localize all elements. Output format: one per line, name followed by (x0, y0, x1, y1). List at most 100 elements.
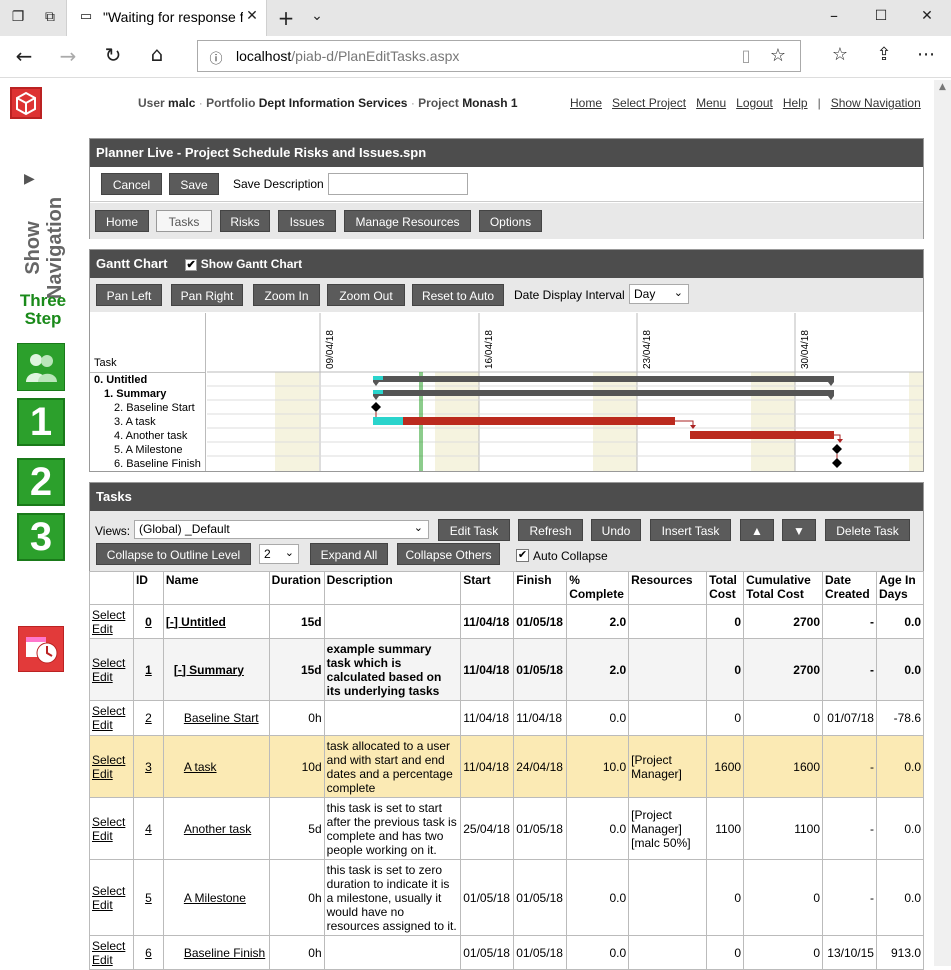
edit-link[interactable]: Edit (92, 718, 113, 732)
level-select[interactable]: 2 ⌄ (259, 544, 299, 564)
pan-right-button[interactable]: Pan Right (171, 284, 243, 306)
people-icon[interactable] (17, 343, 65, 391)
edit-link[interactable]: Edit (92, 670, 113, 684)
scroll-up-icon[interactable]: ▲ (937, 82, 948, 92)
task-id-link[interactable]: 1 (145, 663, 152, 677)
reset-to-auto-button[interactable]: Reset to Auto (412, 284, 504, 306)
close-window-icon[interactable]: ✕ (918, 8, 936, 24)
col-date-created[interactable]: Date Created (822, 571, 877, 605)
edit-link[interactable]: Edit (92, 953, 113, 967)
calendar-clock-icon[interactable] (18, 626, 64, 672)
col-resources[interactable]: Resources (628, 571, 708, 605)
task-name-link[interactable]: Another task (184, 822, 251, 836)
col-id[interactable]: ID (132, 571, 164, 605)
nav-risks[interactable]: Risks (220, 210, 270, 232)
browser-tab[interactable]: ▭ "Waiting for response fr ✕ (66, 0, 267, 36)
nav-manage-resources[interactable]: Manage Resources (344, 210, 471, 232)
insert-task-button[interactable]: Insert Task (650, 519, 731, 541)
cancel-button[interactable]: Cancel (101, 173, 162, 195)
nav-tasks[interactable]: Tasks (156, 210, 212, 232)
refresh-icon[interactable]: ↻ (101, 43, 125, 67)
nav-options[interactable]: Options (479, 210, 542, 232)
url-input[interactable]: ⓘ localhost/piab-d/PlanEditTasks.aspx ▯ … (197, 40, 801, 72)
zoom-in-button[interactable]: Zoom In (253, 284, 320, 306)
select-link[interactable]: Select (92, 656, 125, 670)
show-gantt-checkbox[interactable]: ✔ (185, 258, 198, 271)
col-complete[interactable]: % Complete (566, 571, 630, 605)
chevron-down-icon[interactable]: ⌄ (308, 8, 326, 24)
select-link[interactable]: Select (92, 939, 125, 953)
select-link[interactable]: Select (92, 753, 125, 767)
col-description[interactable]: Description (323, 571, 462, 605)
save-description-input[interactable] (328, 173, 468, 195)
expand-all-button[interactable]: Expand All (310, 543, 388, 565)
gantt-milestone-a-milestone[interactable] (832, 444, 842, 454)
move-up-button[interactable]: ▲ (740, 519, 774, 541)
views-select[interactable]: (Global) _Default ⌄ (134, 520, 429, 539)
task-id-link[interactable]: 3 (145, 760, 152, 774)
link-select-project[interactable]: Select Project (612, 96, 686, 110)
new-tab-icon[interactable]: + (276, 6, 296, 30)
tab-actions-icon[interactable]: ❐ (10, 9, 26, 25)
col-name[interactable]: Name (162, 571, 270, 605)
task-id-link[interactable]: 0 (145, 615, 152, 629)
nav-issues[interactable]: Issues (278, 210, 336, 232)
edit-link[interactable]: Edit (92, 829, 113, 843)
delete-task-button[interactable]: Delete Task (825, 519, 910, 541)
collapse-to-level-button[interactable]: Collapse to Outline Level (96, 543, 251, 565)
share-icon[interactable]: ⇪ (872, 44, 896, 65)
task-id-link[interactable]: 5 (145, 891, 152, 905)
link-logout[interactable]: Logout (736, 96, 773, 110)
select-link[interactable]: Select (92, 815, 125, 829)
auto-collapse-checkbox[interactable]: ✔ (516, 549, 529, 562)
link-show-navigation[interactable]: Show Navigation (831, 96, 921, 110)
show-navigation-toggle[interactable]: ▶ Show Navigation (18, 170, 70, 299)
nav-home[interactable]: Home (95, 210, 149, 232)
task-name-link[interactable]: [-] Summary (174, 663, 244, 677)
step-3-button[interactable]: 3 (17, 513, 65, 561)
refresh-button[interactable]: Refresh (518, 519, 583, 541)
col-duration[interactable]: Duration (268, 571, 325, 605)
link-menu[interactable]: Menu (696, 96, 726, 110)
collapse-others-button[interactable]: Collapse Others (397, 543, 500, 565)
col-age[interactable]: Age In Days (875, 571, 925, 605)
link-help[interactable]: Help (783, 96, 808, 110)
reading-view-icon[interactable]: ▯ (736, 46, 756, 65)
more-icon[interactable]: ⋯ (914, 44, 938, 65)
minimize-icon[interactable]: – (825, 6, 843, 25)
col-cumulative-cost[interactable]: Cumulative Total Cost (743, 571, 823, 605)
task-id-link[interactable]: 4 (145, 822, 152, 836)
page-scrollbar[interactable]: ▲ (934, 80, 951, 966)
maximize-icon[interactable]: ☐ (872, 8, 890, 24)
task-id-link[interactable]: 6 (145, 946, 152, 960)
edit-link[interactable]: Edit (92, 622, 113, 636)
forward-icon[interactable]: → (56, 44, 80, 68)
favorite-star-icon[interactable]: ☆ (768, 45, 788, 66)
col-total-cost[interactable]: Total Cost (706, 571, 745, 605)
edit-link[interactable]: Edit (92, 767, 113, 781)
link-home[interactable]: Home (570, 96, 602, 110)
move-down-button[interactable]: ▼ (782, 519, 816, 541)
select-link[interactable]: Select (92, 884, 125, 898)
col-finish[interactable]: Finish (513, 571, 568, 605)
select-link[interactable]: Select (92, 704, 125, 718)
zoom-out-button[interactable]: Zoom Out (327, 284, 405, 306)
edit-link[interactable]: Edit (92, 898, 113, 912)
interval-select[interactable]: Day ⌄ (629, 284, 689, 304)
close-tab-icon[interactable]: ✕ (244, 8, 260, 24)
app-logo[interactable] (10, 87, 42, 119)
task-name-link[interactable]: A task (184, 760, 217, 774)
tab-preview-icon[interactable]: ⧉ (42, 9, 58, 25)
pan-left-button[interactable]: Pan Left (96, 284, 162, 306)
gantt-bar-a-task[interactable] (373, 417, 696, 429)
save-button[interactable]: Save (169, 173, 219, 195)
back-icon[interactable]: ← (12, 44, 36, 68)
gantt-milestone-baseline-finish[interactable] (832, 458, 842, 468)
gantt-milestone-baseline-start[interactable] (371, 402, 381, 412)
task-name-link[interactable]: [-] Untitled (166, 615, 226, 629)
task-name-link[interactable]: Baseline Start (184, 711, 259, 725)
task-name-link[interactable]: A Milestone (184, 891, 246, 905)
step-2-button[interactable]: 2 (17, 458, 65, 506)
step-1-button[interactable]: 1 (17, 398, 65, 446)
task-name-link[interactable]: Baseline Finish (184, 946, 265, 960)
